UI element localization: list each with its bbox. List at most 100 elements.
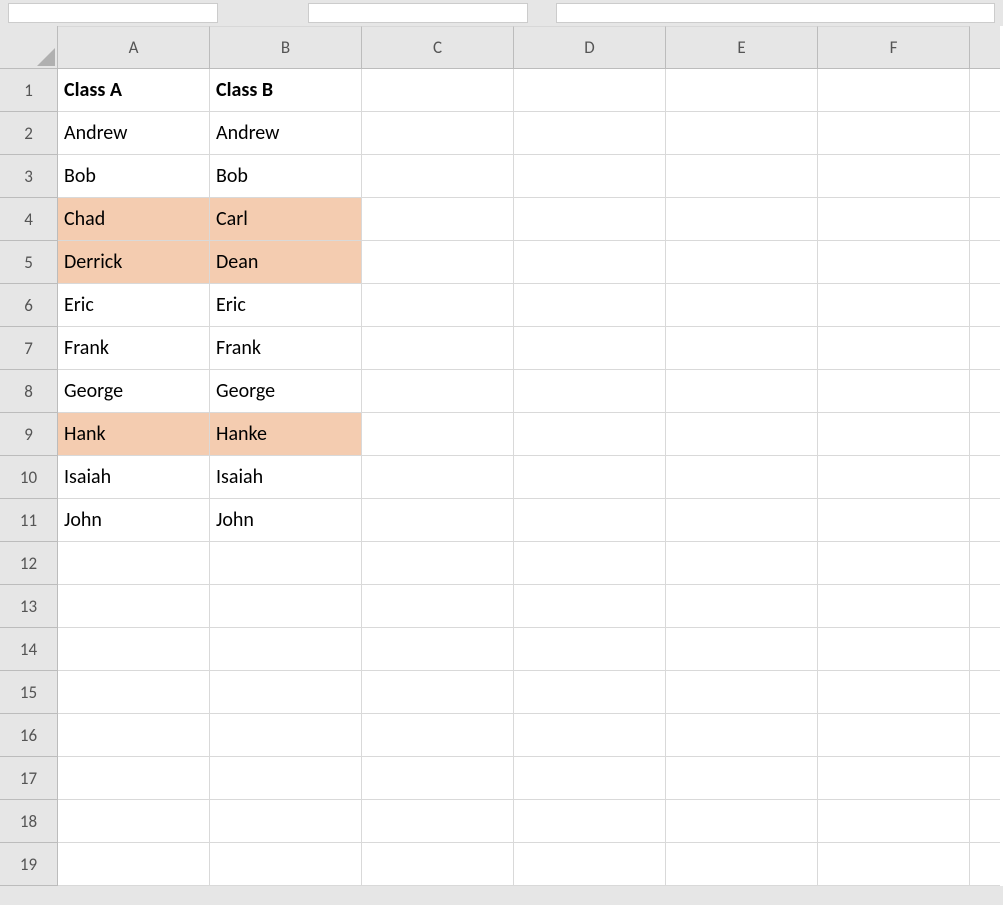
cell-D4[interactable] xyxy=(514,198,666,241)
cell-F14[interactable] xyxy=(818,628,970,671)
cell-C2[interactable] xyxy=(362,112,514,155)
row-header-3[interactable]: 3 xyxy=(0,155,58,198)
cell-A11[interactable]: John xyxy=(58,499,210,542)
cell-D1[interactable] xyxy=(514,69,666,112)
cell-B10[interactable]: Isaiah xyxy=(210,456,362,499)
row-header-8[interactable]: 8 xyxy=(0,370,58,413)
cell-F12[interactable] xyxy=(818,542,970,585)
row-header-7[interactable]: 7 xyxy=(0,327,58,370)
cell-E3[interactable] xyxy=(666,155,818,198)
cell-B19[interactable] xyxy=(210,843,362,886)
cell-A1[interactable]: Class A xyxy=(58,69,210,112)
cell-F13[interactable] xyxy=(818,585,970,628)
cell-F8[interactable] xyxy=(818,370,970,413)
cell-B2[interactable]: Andrew xyxy=(210,112,362,155)
cell-B4[interactable]: Carl xyxy=(210,198,362,241)
cell-E16[interactable] xyxy=(666,714,818,757)
cell-C1[interactable] xyxy=(362,69,514,112)
row-header-2[interactable]: 2 xyxy=(0,112,58,155)
cell-F7[interactable] xyxy=(818,327,970,370)
column-header-A[interactable]: A xyxy=(58,26,210,69)
row-header-16[interactable]: 16 xyxy=(0,714,58,757)
cell-B6[interactable]: Eric xyxy=(210,284,362,327)
row-header-10[interactable]: 10 xyxy=(0,456,58,499)
cell-C9[interactable] xyxy=(362,413,514,456)
row-header-18[interactable]: 18 xyxy=(0,800,58,843)
cell-C12[interactable] xyxy=(362,542,514,585)
cell-A4[interactable]: Chad xyxy=(58,198,210,241)
cell-B17[interactable] xyxy=(210,757,362,800)
cell-E19[interactable] xyxy=(666,843,818,886)
cell-A18[interactable] xyxy=(58,800,210,843)
cell-D18[interactable] xyxy=(514,800,666,843)
row-header-15[interactable]: 15 xyxy=(0,671,58,714)
cell-B15[interactable] xyxy=(210,671,362,714)
row-header-6[interactable]: 6 xyxy=(0,284,58,327)
cell-A17[interactable] xyxy=(58,757,210,800)
cell-F11[interactable] xyxy=(818,499,970,542)
cell-A13[interactable] xyxy=(58,585,210,628)
formula-mid-box[interactable] xyxy=(308,3,528,23)
cell-F4[interactable] xyxy=(818,198,970,241)
cell-E6[interactable] xyxy=(666,284,818,327)
row-header-17[interactable]: 17 xyxy=(0,757,58,800)
cell-B12[interactable] xyxy=(210,542,362,585)
cell-C10[interactable] xyxy=(362,456,514,499)
cell-E8[interactable] xyxy=(666,370,818,413)
cell-C16[interactable] xyxy=(362,714,514,757)
cell-A19[interactable] xyxy=(58,843,210,886)
cell-F19[interactable] xyxy=(818,843,970,886)
cell-D15[interactable] xyxy=(514,671,666,714)
cell-D17[interactable] xyxy=(514,757,666,800)
name-box[interactable] xyxy=(8,3,218,23)
cell-C15[interactable] xyxy=(362,671,514,714)
cell-C19[interactable] xyxy=(362,843,514,886)
cell-C18[interactable] xyxy=(362,800,514,843)
cell-C17[interactable] xyxy=(362,757,514,800)
formula-input[interactable] xyxy=(556,3,995,23)
cell-A14[interactable] xyxy=(58,628,210,671)
cell-A5[interactable]: Derrick xyxy=(58,241,210,284)
cell-E10[interactable] xyxy=(666,456,818,499)
cell-F6[interactable] xyxy=(818,284,970,327)
cell-C8[interactable] xyxy=(362,370,514,413)
cell-E15[interactable] xyxy=(666,671,818,714)
cell-F17[interactable] xyxy=(818,757,970,800)
cell-F3[interactable] xyxy=(818,155,970,198)
row-header-1[interactable]: 1 xyxy=(0,69,58,112)
cell-F18[interactable] xyxy=(818,800,970,843)
cell-D5[interactable] xyxy=(514,241,666,284)
cell-E12[interactable] xyxy=(666,542,818,585)
cell-B5[interactable]: Dean xyxy=(210,241,362,284)
cell-C13[interactable] xyxy=(362,585,514,628)
cell-D3[interactable] xyxy=(514,155,666,198)
cell-C5[interactable] xyxy=(362,241,514,284)
cell-A6[interactable]: Eric xyxy=(58,284,210,327)
cell-A15[interactable] xyxy=(58,671,210,714)
cell-F2[interactable] xyxy=(818,112,970,155)
cell-A10[interactable]: Isaiah xyxy=(58,456,210,499)
cell-E14[interactable] xyxy=(666,628,818,671)
row-header-9[interactable]: 9 xyxy=(0,413,58,456)
cell-D11[interactable] xyxy=(514,499,666,542)
cell-A8[interactable]: George xyxy=(58,370,210,413)
cell-E2[interactable] xyxy=(666,112,818,155)
row-header-19[interactable]: 19 xyxy=(0,843,58,886)
cell-F16[interactable] xyxy=(818,714,970,757)
cell-F10[interactable] xyxy=(818,456,970,499)
cell-C11[interactable] xyxy=(362,499,514,542)
cell-C7[interactable] xyxy=(362,327,514,370)
cell-E11[interactable] xyxy=(666,499,818,542)
cell-A9[interactable]: Hank xyxy=(58,413,210,456)
cell-B1[interactable]: Class B xyxy=(210,69,362,112)
cell-D9[interactable] xyxy=(514,413,666,456)
cell-D6[interactable] xyxy=(514,284,666,327)
row-header-11[interactable]: 11 xyxy=(0,499,58,542)
cell-B9[interactable]: Hanke xyxy=(210,413,362,456)
cell-E17[interactable] xyxy=(666,757,818,800)
column-header-E[interactable]: E xyxy=(666,26,818,69)
column-header-B[interactable]: B xyxy=(210,26,362,69)
cell-D14[interactable] xyxy=(514,628,666,671)
cell-C3[interactable] xyxy=(362,155,514,198)
cell-E9[interactable] xyxy=(666,413,818,456)
